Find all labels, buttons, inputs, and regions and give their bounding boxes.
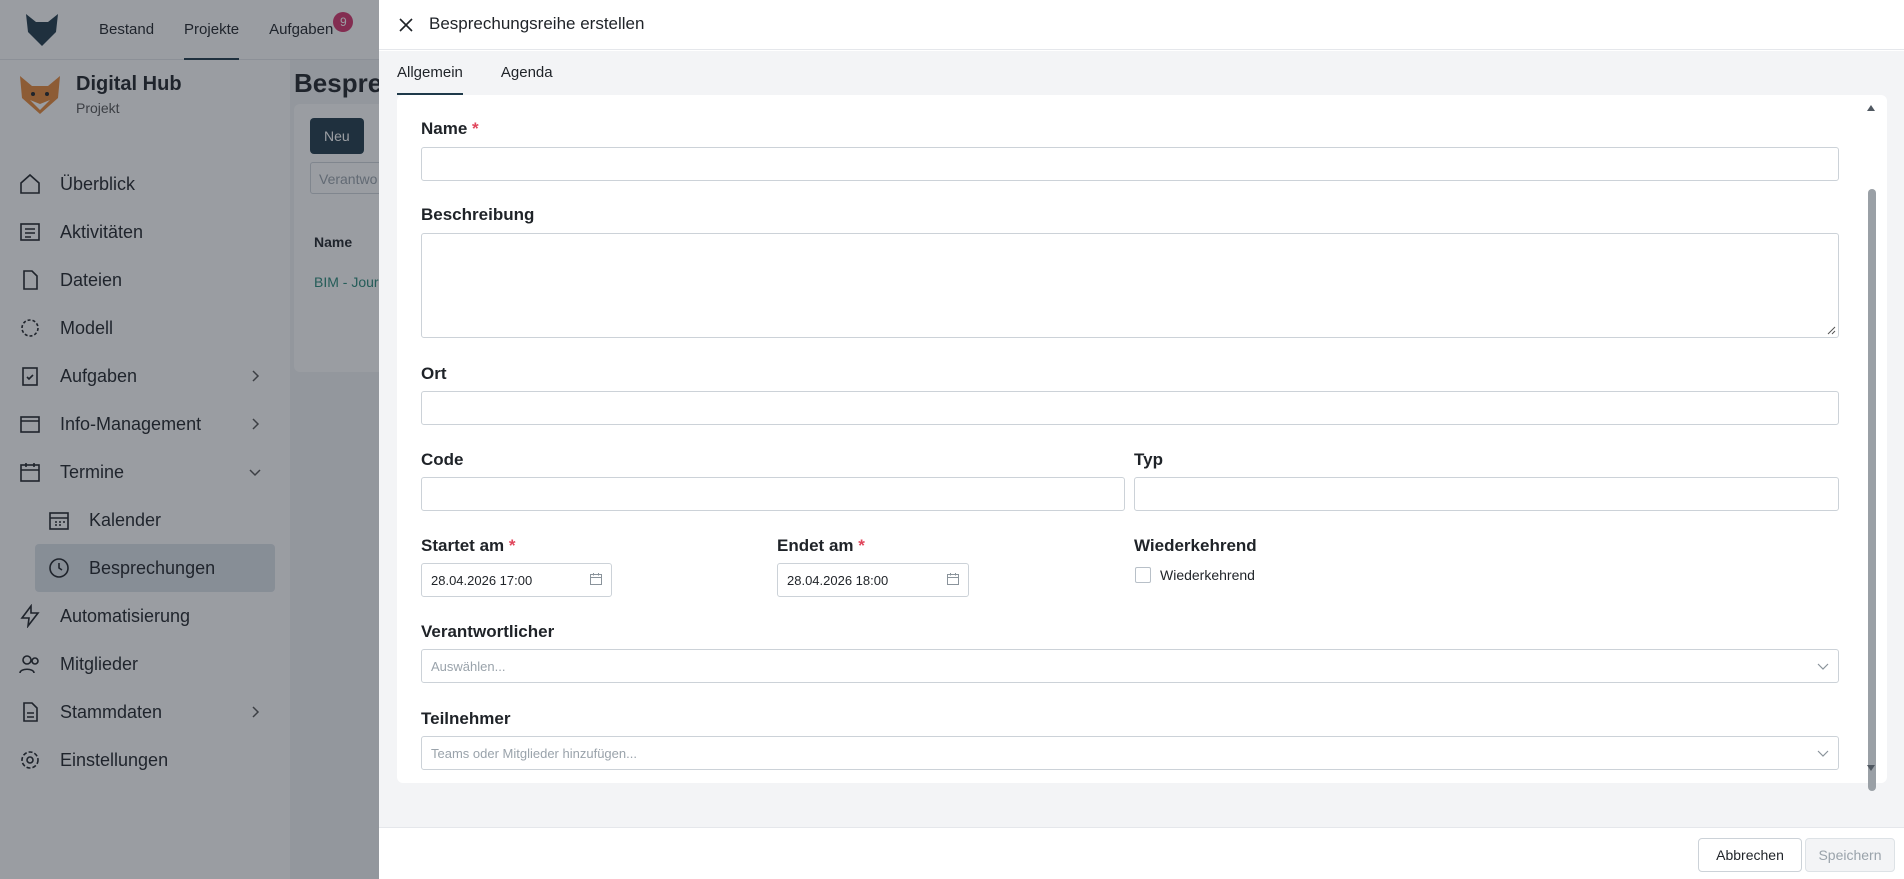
responsible-label: Verantwortlicher [421,622,555,641]
description-label: Beschreibung [421,205,535,224]
create-meeting-series-drawer: Besprechungsreihe erstellen Allgemein Ag… [379,0,1904,879]
description-textarea[interactable] [421,233,1839,338]
required-marker: * [508,536,516,555]
participants-select-placeholder: Teams oder Mitglieder hinzufügen... [431,746,637,761]
responsible-select[interactable]: Auswählen... [421,649,1839,683]
drawer-tabs: Allgemein Agenda [397,51,553,95]
code-input[interactable] [421,477,1125,511]
type-label: Typ [1134,450,1163,469]
scroll-up-icon[interactable] [1866,103,1876,113]
chevron-down-icon [1817,750,1829,757]
scrollbar-thumb[interactable] [1868,189,1876,791]
ends-date-value: 28.04.2026 18:00 [787,573,889,588]
participants-select[interactable]: Teams oder Mitglieder hinzufügen... [421,736,1839,770]
name-input[interactable] [421,147,1839,181]
starts-date-value: 28.04.2026 17:00 [431,573,533,588]
name-label-text: Name [421,119,468,138]
starts-label: Startet am * [421,536,516,556]
drawer-footer: Abbrechen Speichern [379,827,1904,879]
save-button[interactable]: Speichern [1805,838,1895,872]
chevron-down-icon [1817,663,1829,670]
cancel-button[interactable]: Abbrechen [1698,838,1802,872]
recurring-checkbox[interactable] [1135,567,1151,583]
code-label: Code [421,450,464,469]
ends-label-text: Endet am [777,536,854,555]
starts-label-text: Startet am [421,536,505,555]
responsible-select-placeholder: Auswählen... [431,659,506,674]
type-input[interactable] [1134,477,1839,511]
ends-date-input[interactable]: 28.04.2026 18:00 [777,563,969,597]
drawer-body: Allgemein Agenda Name * Beschreibung Ort… [379,51,1904,827]
drawer-title: Besprechungsreihe erstellen [429,14,645,33]
required-marker: * [472,119,479,138]
calendar-icon[interactable] [589,572,603,586]
tab-agenda[interactable]: Agenda [501,51,553,95]
participants-label: Teilnehmer [421,709,511,728]
calendar-icon[interactable] [946,572,960,586]
ends-label: Endet am * [777,536,865,556]
required-marker: * [858,536,865,555]
form-card: Name * Beschreibung Ort Code Typ Startet… [397,95,1887,783]
close-icon[interactable] [397,16,415,34]
tab-allgemein[interactable]: Allgemein [397,51,463,95]
name-label: Name * [421,119,479,139]
location-input[interactable] [421,391,1839,425]
resize-grip-icon[interactable] [1826,325,1836,335]
drawer-header: Besprechungsreihe erstellen [379,0,1904,50]
scroll-down-icon[interactable] [1866,763,1876,773]
starts-date-input[interactable]: 28.04.2026 17:00 [421,563,612,597]
recurring-checkbox-label[interactable]: Wiederkehrend [1160,567,1255,583]
location-label: Ort [421,364,447,383]
recurring-label: Wiederkehrend [1134,536,1257,555]
